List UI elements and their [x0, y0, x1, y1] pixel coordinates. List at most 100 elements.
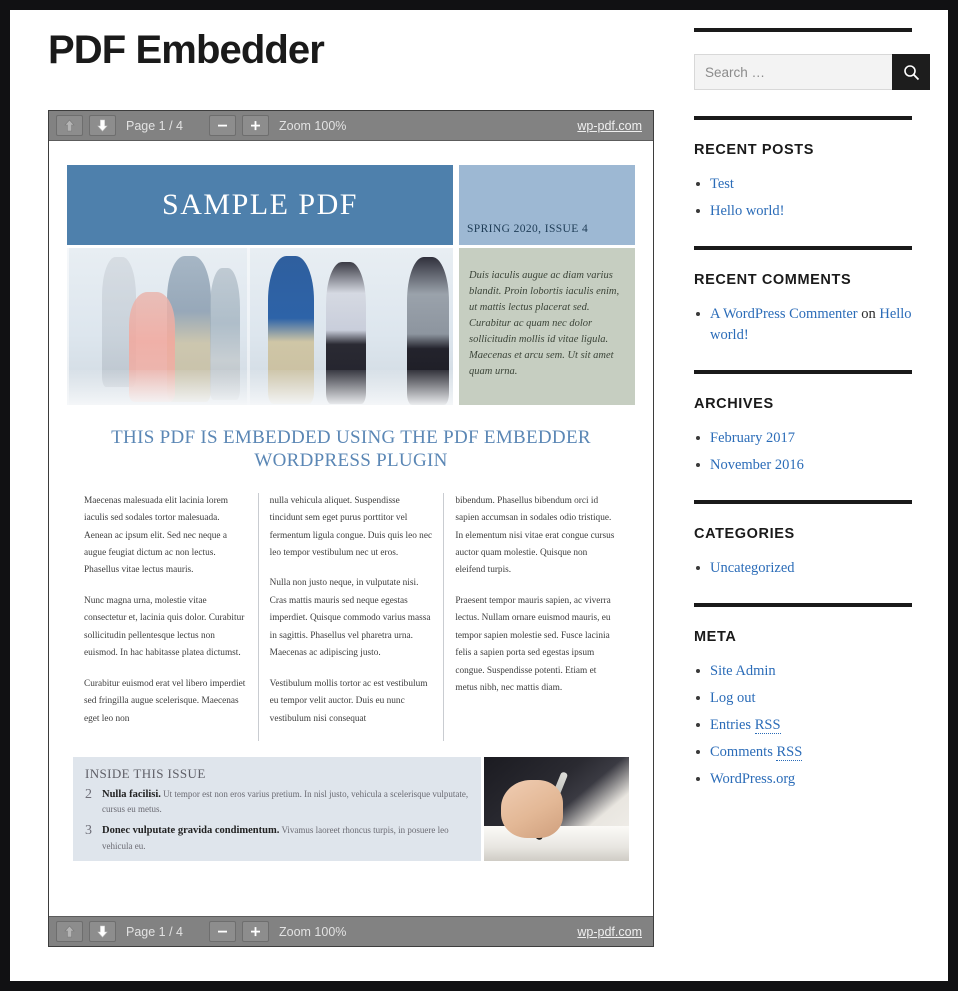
office-people-photo	[67, 248, 453, 405]
section-divider	[694, 116, 912, 120]
comment-on-text: on	[857, 306, 880, 323]
plus-icon	[251, 121, 260, 131]
item-heading: Nulla facilisi.	[102, 789, 161, 801]
section-divider	[694, 603, 912, 608]
pdf-column: Maecenas malesuada elit lacinia lorem ia…	[73, 493, 258, 742]
pdf-paragraph: Nulla non justo neque, in vulputate nisi…	[269, 578, 431, 659]
pdf-paragraph: Curabitur euismod erat vel libero imperd…	[84, 678, 246, 724]
page-title: PDF Embedder	[48, 28, 325, 72]
pdf-toolbar-bottom: Page 1 / 4 Zoom 100% wp-pdf.com	[49, 916, 653, 946]
post-link[interactable]: Test	[710, 176, 734, 192]
widget-title: Meta	[694, 629, 737, 646]
widget-list: February 2017 November 2016	[694, 428, 912, 476]
list-item: Log out	[694, 688, 912, 709]
list-item: Site Admin	[694, 661, 912, 682]
section-divider	[694, 370, 912, 375]
pdf-paragraph: Maecenas malesuada elit lacinia lorem ia…	[84, 495, 229, 576]
pdf-masthead-title: SAMPLE PDF	[162, 188, 358, 221]
comments-rss-label: Comments	[710, 744, 777, 761]
widget-list: Site Admin Log out Entries RSS Comments …	[694, 661, 912, 790]
arrow-down-icon	[97, 925, 108, 938]
log-out-link[interactable]: Log out	[710, 690, 756, 706]
plus-icon	[251, 927, 260, 937]
wp-pdf-brand-link-bottom[interactable]: wp-pdf.com	[577, 925, 646, 939]
zoom-out-button[interactable]	[209, 115, 236, 136]
list-item: Hello world!	[694, 201, 912, 222]
list-item: Entries RSS	[694, 715, 912, 736]
rss-abbr: RSS	[776, 744, 803, 762]
pdf-hero-row: Duis iaculis augue ac diam varius blandi…	[67, 248, 635, 405]
pdf-embedder-viewer[interactable]: Page 1 / 4 Zoom 100% wp-pdf.com SAMPLE P…	[48, 110, 654, 947]
inside-this-issue-item: 3 Donec vulputate gravida condimentum. V…	[85, 823, 469, 853]
widget-list: Uncategorized	[694, 558, 912, 579]
pdf-sidebar-note-text: Duis iaculis augue ac diam varius blandi…	[469, 270, 620, 377]
rss-abbr: RSS	[754, 717, 781, 735]
page-indicator: Page 1 / 4	[126, 118, 183, 133]
pdf-paragraph: Vestibulum mollis tortor ac est vestibul…	[269, 678, 428, 724]
pdf-paragraph: Nunc magna urna, molestie vitae consecte…	[84, 595, 245, 659]
category-link[interactable]: Uncategorized	[710, 560, 795, 576]
widget-list: Test Hello world!	[694, 174, 912, 222]
list-item: Test	[694, 174, 912, 195]
widget-recent-posts: Recent Posts Test Hello world!	[694, 142, 912, 222]
arrow-up-icon	[64, 119, 75, 132]
comments-rss-link[interactable]: Comments RSS	[710, 744, 803, 762]
search-input[interactable]	[694, 54, 892, 90]
item-text: Nulla facilisi. Ut tempor est non eros v…	[102, 787, 469, 817]
section-divider	[694, 28, 912, 32]
list-item: WordPress.org	[694, 769, 912, 790]
item-number: 2	[85, 787, 92, 803]
list-item: Comments RSS	[694, 742, 912, 763]
search-form[interactable]	[694, 54, 930, 90]
entries-rss-label: Entries	[710, 717, 755, 734]
sidebar: Recent Posts Test Hello world! Recent Co…	[694, 28, 930, 814]
zoom-out-button-bottom[interactable]	[209, 921, 236, 942]
list-item: November 2016	[694, 455, 912, 476]
archive-link[interactable]: February 2017	[710, 430, 795, 446]
arrow-down-icon	[97, 119, 108, 132]
item-number: 3	[85, 823, 92, 839]
wp-pdf-brand-link[interactable]: wp-pdf.com	[577, 119, 646, 133]
widget-categories: Categories Uncategorized	[694, 526, 912, 579]
photo-hand	[501, 780, 564, 839]
list-item: A WordPress Commenter on Hello world!	[694, 304, 912, 346]
widget-title: Recent Posts	[694, 142, 814, 158]
pdf-paragraph: nulla vehicula aliquet. Suspendisse tinc…	[269, 495, 433, 558]
next-page-button-bottom[interactable]	[89, 921, 116, 942]
widget-title: Recent Comments	[694, 272, 852, 289]
zoom-in-button-bottom[interactable]	[242, 921, 269, 942]
post-link[interactable]: Hello world!	[710, 203, 785, 219]
wordpress-org-link[interactable]: WordPress.org	[710, 771, 795, 787]
next-page-button[interactable]	[89, 115, 116, 136]
item-heading: Donec vulputate gravida condimentum.	[102, 825, 280, 837]
pdf-masthead-issue-block: SPRING 2020, ISSUE 4	[459, 165, 635, 245]
list-item: Uncategorized	[694, 558, 912, 579]
zoom-in-button[interactable]	[242, 115, 269, 136]
pdf-column: nulla vehicula aliquet. Suspendisse tinc…	[257, 492, 444, 742]
list-item: February 2017	[694, 428, 912, 449]
commenter-link[interactable]: A WordPress Commenter	[710, 306, 858, 322]
prev-page-button-bottom[interactable]	[56, 921, 83, 942]
zoom-indicator-bottom: Zoom 100%	[279, 924, 347, 939]
pdf-body-columns: Maecenas malesuada elit lacinia lorem ia…	[73, 492, 629, 742]
widget-recent-comments: Recent Comments A WordPress Commenter on…	[694, 272, 912, 346]
site-admin-link[interactable]: Site Admin	[710, 663, 776, 679]
hand-writing-photo	[484, 757, 629, 862]
inside-this-issue-item: 2 Nulla facilisi. Ut tempor est non eros…	[85, 787, 469, 817]
widget-list: A WordPress Commenter on Hello world!	[694, 304, 912, 346]
search-submit-button[interactable]	[892, 54, 930, 90]
entries-rss-link[interactable]: Entries RSS	[710, 717, 781, 735]
pdf-sidebar-note: Duis iaculis augue ac diam varius blandi…	[459, 248, 635, 405]
minus-icon	[218, 124, 227, 127]
archive-link[interactable]: November 2016	[710, 457, 804, 473]
inside-this-issue-list: INSIDE THIS ISSUE 2 Nulla facilisi. Ut t…	[73, 757, 481, 862]
minus-icon	[218, 930, 227, 933]
pdf-toolbar-top: Page 1 / 4 Zoom 100% wp-pdf.com	[49, 111, 653, 141]
main-content: PDF Embedder Page 1 / 4 Zoom 100% wp-pdf…	[48, 28, 668, 947]
inside-this-issue-title: INSIDE THIS ISSUE	[85, 766, 206, 782]
page-indicator-bottom: Page 1 / 4	[126, 924, 183, 939]
prev-page-button[interactable]	[56, 115, 83, 136]
widget-title: Categories	[694, 526, 795, 543]
section-divider	[694, 246, 912, 251]
pdf-masthead-title-block: SAMPLE PDF	[67, 165, 453, 245]
